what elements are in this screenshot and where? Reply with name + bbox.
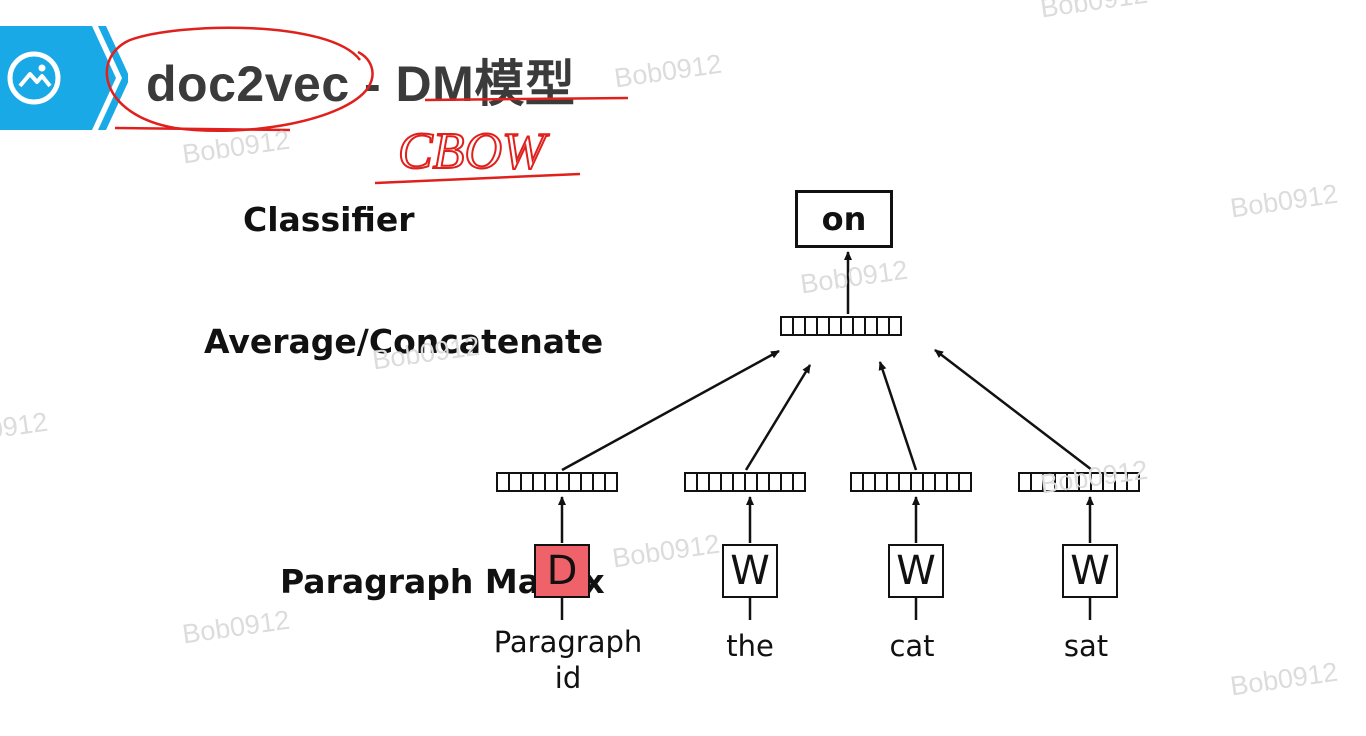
input-word-paragraph-id: Paragraph id — [493, 625, 643, 695]
arrow-the-to-combined — [744, 364, 812, 471]
arrow-paragraph-to-combined — [561, 349, 780, 472]
word-token-the: W — [722, 544, 778, 598]
arrow-cat-to-combined — [878, 361, 918, 471]
input-word-the: the — [726, 629, 774, 663]
arrow-sat-to-combined — [934, 349, 1093, 471]
word-token-sat: W — [1062, 544, 1118, 598]
input-word-sat: sat — [1063, 629, 1109, 663]
paragraph-token: D — [534, 544, 590, 598]
input-word-cat: cat — [889, 629, 935, 663]
word-token-cat: W — [888, 544, 944, 598]
